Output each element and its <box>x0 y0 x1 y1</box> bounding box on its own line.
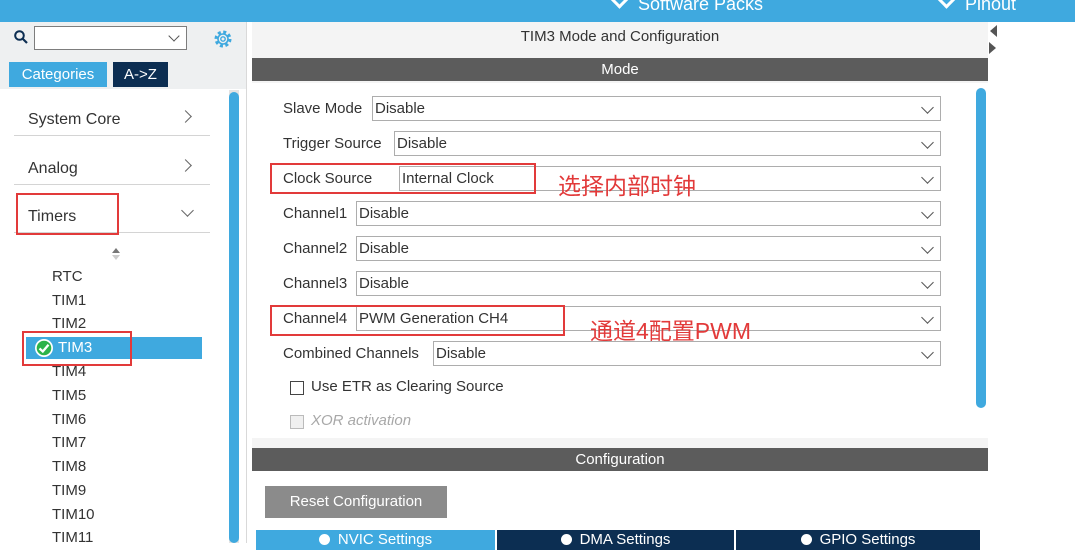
chevron-down-icon <box>921 171 934 184</box>
select-value: Disable <box>436 345 487 362</box>
channel2-label: Channel2 <box>283 240 348 257</box>
channel1-select[interactable]: Disable <box>356 201 941 226</box>
timer-item-tim1[interactable]: TIM1 <box>52 292 86 309</box>
chevron-down-icon <box>921 241 934 254</box>
tab-label: NVIC Settings <box>337 531 433 548</box>
pinout-menu[interactable]: Pinout <box>937 0 1017 15</box>
xor-activation-checkbox[interactable] <box>290 415 304 429</box>
mode-scrollbar-thumb[interactable] <box>976 88 986 408</box>
tab-gpio-settings[interactable]: GPIO Settings <box>736 530 980 550</box>
select-value: Disable <box>359 275 410 292</box>
highlight-box-clock-source <box>270 163 536 194</box>
combined-channels-select[interactable]: Disable <box>433 341 941 366</box>
category-label: System Core <box>28 111 121 128</box>
tab-label: DMA Settings <box>579 531 671 548</box>
check-icon <box>318 534 330 545</box>
channel3-label: Channel3 <box>283 275 348 292</box>
trigger-source-select[interactable]: Disable <box>394 131 941 156</box>
chevron-down-icon <box>921 311 934 324</box>
sort-icon[interactable] <box>111 247 121 261</box>
timer-item-tim8[interactable]: TIM8 <box>52 458 86 475</box>
use-etr-checkbox[interactable] <box>290 381 304 395</box>
tab-label: GPIO Settings <box>819 531 916 548</box>
chevron-down-icon <box>181 204 194 217</box>
search-icon[interactable] <box>14 30 28 44</box>
panel-title: TIM3 Mode and Configuration <box>520 28 720 45</box>
highlight-box-tim3 <box>22 331 132 366</box>
chevron-down-icon <box>921 101 934 114</box>
timer-item-tim5[interactable]: TIM5 <box>52 387 86 404</box>
channel3-select[interactable]: Disable <box>356 271 941 296</box>
channel2-select[interactable]: Disable <box>356 236 941 261</box>
chevron-down-icon <box>921 136 934 149</box>
timer-item-tim2[interactable]: TIM2 <box>52 315 86 332</box>
gear-icon[interactable] <box>212 28 234 50</box>
chevron-down-icon <box>921 276 934 289</box>
combined-channels-label: Combined Channels <box>283 345 419 362</box>
category-label: Analog <box>28 160 78 177</box>
chevron-down-icon[interactable] <box>168 30 180 42</box>
top-toolbar: Software Packs Pinout <box>0 0 1075 22</box>
reset-configuration-button[interactable]: Reset Configuration <box>265 486 447 518</box>
channel1-label: Channel1 <box>283 205 348 222</box>
chevron-down-icon <box>937 0 956 9</box>
chevron-down-icon <box>610 0 629 9</box>
pinout-label: Pinout <box>965 0 1017 14</box>
tab-a-to-z[interactable]: A->Z <box>113 62 168 87</box>
software-packs-menu[interactable]: Software Packs <box>610 0 764 15</box>
highlight-box-timers <box>16 193 119 235</box>
timer-item-rtc[interactable]: RTC <box>52 268 83 285</box>
software-packs-label: Software Packs <box>638 0 764 14</box>
timer-item-tim11[interactable]: TIM11 <box>52 529 93 546</box>
use-etr-label: Use ETR as Clearing Source <box>311 378 504 395</box>
configuration-header: Configuration <box>252 448 988 471</box>
trigger-source-label: Trigger Source <box>283 135 382 152</box>
category-analog[interactable]: Analog <box>14 144 210 185</box>
timer-item-tim7[interactable]: TIM7 <box>52 434 86 451</box>
category-system-core[interactable]: System Core <box>14 95 210 136</box>
left-scrollbar-thumb[interactable] <box>229 92 239 543</box>
select-value: Disable <box>359 240 410 257</box>
tab-dma-settings[interactable]: DMA Settings <box>497 530 734 550</box>
highlight-box-channel4 <box>270 305 565 336</box>
chevron-right-icon <box>179 110 192 123</box>
slave-mode-select[interactable]: Disable <box>372 96 941 121</box>
collapse-arrows-icon[interactable] <box>988 22 998 58</box>
chevron-right-icon <box>179 159 192 172</box>
search-input[interactable] <box>34 26 187 50</box>
tab-categories[interactable]: Categories <box>9 62 107 87</box>
check-icon <box>800 534 812 545</box>
mode-header: Mode <box>252 58 988 81</box>
select-value: Disable <box>397 135 448 152</box>
select-value: Disable <box>375 100 426 117</box>
slave-mode-label: Slave Mode <box>283 100 363 117</box>
timer-item-tim9[interactable]: TIM9 <box>52 482 86 499</box>
xor-activation-label: XOR activation <box>311 412 412 429</box>
annotation-clock: 选择内部时钟 <box>558 173 696 199</box>
select-value: Disable <box>359 205 410 222</box>
chevron-down-icon <box>921 346 934 359</box>
check-icon <box>560 534 572 545</box>
timer-item-tim10[interactable]: TIM10 <box>52 506 95 523</box>
chevron-down-icon <box>921 206 934 219</box>
timer-item-tim6[interactable]: TIM6 <box>52 411 86 428</box>
tab-nvic-settings[interactable]: NVIC Settings <box>256 530 495 550</box>
